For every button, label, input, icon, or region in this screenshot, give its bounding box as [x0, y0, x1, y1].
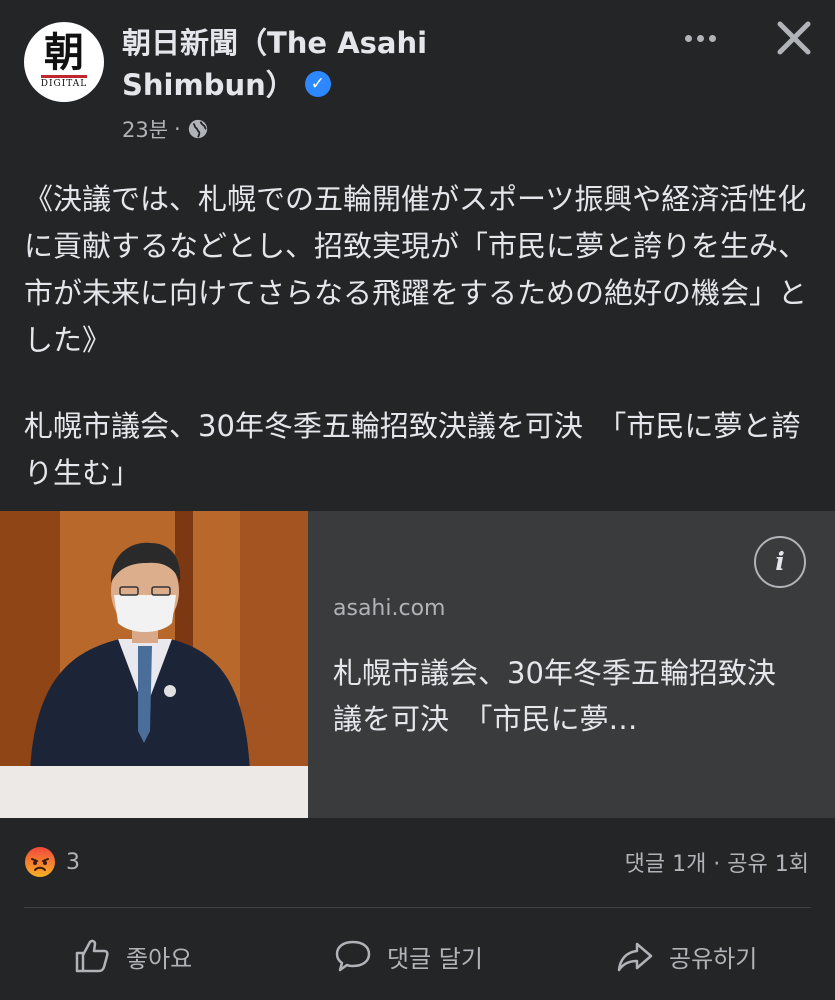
post-header: 朝 DIGITAL 朝日新聞（The Asahi Shimbun） ✓ 23분 · [0, 0, 835, 150]
like-button[interactable]: 좋아요 [72, 928, 192, 984]
verified-badge-icon: ✓ [304, 71, 331, 97]
angry-reaction-icon [25, 847, 55, 877]
link-preview-card[interactable]: asahi.com 札幌市議会、30年冬季五輪招致決議を可決 「市民に夢… [0, 511, 835, 818]
post-meta: 23분 · [122, 114, 209, 144]
share-button[interactable]: 공유하기 [615, 928, 757, 984]
post-body-text: 《決議では、札幌での五輪開催がスポーツ振興や経済活性化に貢献するなどとし、招致実… [24, 182, 808, 357]
comment-button[interactable]: 댓글 달기 [333, 928, 483, 984]
globe-icon [188, 119, 207, 139]
page-name-link[interactable]: 朝日新聞（The Asahi Shimbun） ✓ [122, 22, 522, 106]
share-icon [617, 942, 653, 972]
more-icon[interactable] [676, 18, 724, 58]
page-avatar[interactable]: 朝 DIGITAL [24, 22, 104, 102]
link-domain: asahi.com [333, 596, 446, 621]
comments-shares-count[interactable]: 댓글 1개 · 공유 1회 [625, 846, 809, 878]
link-thumbnail [0, 511, 308, 818]
post-headline: 札幌市議会、30年冬季五輪招致決議を可決 「市民に夢と誇り生む」 [24, 409, 801, 490]
post-time[interactable]: 23분 [122, 114, 168, 144]
avatar-logo-glyph: 朝 [44, 29, 84, 76]
like-icon [75, 939, 109, 973]
close-icon[interactable] [768, 14, 820, 62]
avatar-logo-sub: DIGITAL [40, 75, 88, 89]
action-divider [24, 907, 811, 908]
meta-separator: · [174, 117, 181, 141]
comment-label: 댓글 달기 [387, 944, 483, 973]
info-icon[interactable]: i [754, 536, 806, 588]
comment-icon [335, 940, 371, 972]
page-name: 朝日新聞（The Asahi Shimbun） [122, 26, 428, 102]
like-label: 좋아요 [126, 944, 193, 973]
link-title: 札幌市議会、30年冬季五輪招致決議を可決 「市民に夢… [333, 656, 776, 736]
reaction-summary[interactable]: 3 [24, 846, 80, 878]
share-label: 공유하기 [669, 944, 758, 973]
reaction-count: 3 [66, 849, 80, 875]
